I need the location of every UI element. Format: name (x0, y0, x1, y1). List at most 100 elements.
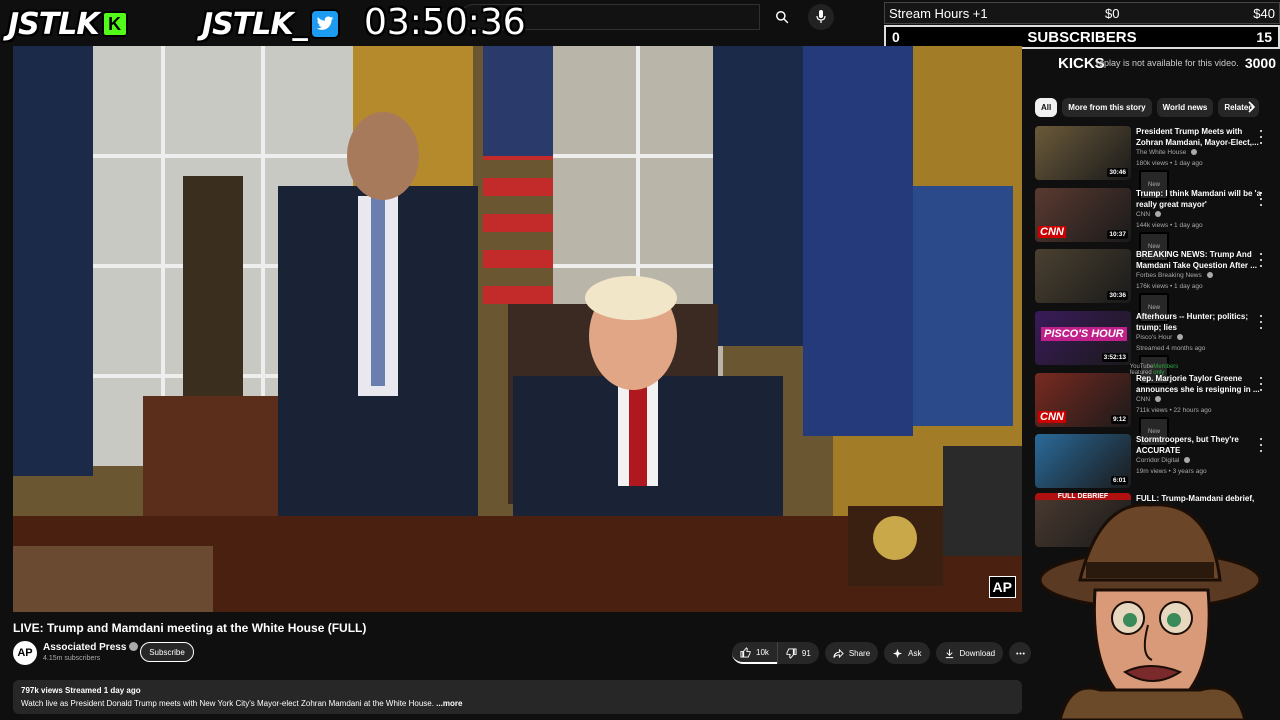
recommendation-channel-name: Forbes Breaking News (1136, 272, 1202, 279)
verified-icon (1206, 272, 1213, 278)
more-vertical-icon[interactable] (1258, 377, 1264, 391)
subscribe-button[interactable]: Subscribe (140, 642, 194, 662)
channel-name[interactable]: Associated Press (43, 642, 139, 653)
more-horizontal-icon (1015, 651, 1025, 655)
recommendation-channel-name: Pisco's Hour (1136, 334, 1173, 341)
recommendation-item[interactable]: 30:46 President Trump Meets with Zohran M… (1035, 126, 1275, 200)
recommendation-title[interactable]: Stormtroopers, but They're ACCURATE (1136, 434, 1264, 456)
brand-text-twitter: JSTLK_ (202, 6, 308, 42)
more-vertical-icon[interactable] (1258, 315, 1264, 329)
video-thumbnail[interactable]: CNN 9:12 (1035, 373, 1131, 427)
chip-more-from-this-story[interactable]: More from this story (1062, 97, 1152, 117)
video-actions: 10k 91 Share Ask Download (732, 642, 1032, 664)
thumbs-down-icon (786, 647, 797, 659)
video-thumbnail[interactable]: 30:46 (1035, 126, 1131, 180)
channel-name-text[interactable]: Associated Press (43, 642, 126, 653)
video-player[interactable]: AP (13, 46, 1022, 612)
chip-world-news[interactable]: World news (1156, 97, 1214, 117)
video-duration: 3:52:13 (1101, 353, 1128, 362)
donation-goal: $40 (1253, 5, 1275, 21)
video-duration: 9:12 (1110, 415, 1128, 424)
recommendation-channel: The White House (1136, 149, 1198, 156)
kicks-goal: 3000 (1244, 55, 1276, 71)
full-debrief-banner: FULL DEBRIEF (1035, 493, 1131, 500)
donation-current: $0 (1105, 5, 1120, 21)
video-thumbnail[interactable]: 30:36 (1035, 249, 1131, 303)
more-actions-button[interactable] (1009, 642, 1032, 664)
description-text: Watch live as President Donald Trump mee… (21, 699, 1014, 708)
recommendation-title[interactable]: Trump: I think Mamdani will be 'a really… (1136, 188, 1264, 210)
more-vertical-icon[interactable] (1258, 130, 1264, 144)
sparkle-icon (893, 648, 903, 658)
recommendation-channel: Corridor Digital (1136, 457, 1191, 464)
subscribers-current: 0 (892, 29, 900, 45)
voice-search-button[interactable] (808, 4, 834, 30)
subscribers-goal: 15 (1256, 29, 1272, 45)
kick-brand: JSTLK K (8, 6, 142, 80)
more-vertical-icon[interactable] (1258, 438, 1264, 452)
chip-all[interactable]: All (1035, 97, 1058, 117)
verified-icon (1191, 149, 1198, 155)
microphone-icon (816, 10, 826, 23)
recommendation-item[interactable]: PISCO'S HOUR 3:52:13 Afterhours -- Hunter;… (1035, 311, 1275, 385)
cnn-logo: CNN (1038, 411, 1066, 423)
recommendation-meta: 180k views • 1 day ago (1136, 160, 1203, 167)
video-duration: 6:01 (1110, 476, 1128, 485)
recommendation-item[interactable]: 6:01 Stormtroopers, but They're ACCURATE C… (1035, 434, 1275, 492)
recommendation-channel: Forbes Breaking News (1136, 272, 1213, 279)
like-count: 10k (756, 647, 769, 657)
download-icon (945, 648, 953, 658)
recommendation-title[interactable]: BREAKING NEWS: Trump And Mamdani Take Qu… (1136, 249, 1264, 271)
video-title: LIVE: Trump and Mamdani meeting at the W… (13, 621, 367, 635)
recommendation-item[interactable]: 30:36 BREAKING NEWS: Trump And Mamdani Ta… (1035, 249, 1275, 323)
more-vertical-icon[interactable] (1258, 192, 1264, 206)
recommendation-channel-name: CNN (1136, 396, 1151, 403)
video-thumbnail[interactable]: 6:01 (1035, 434, 1131, 488)
search-button[interactable] (762, 4, 802, 30)
stream-hours-label: Stream Hours +1 (889, 5, 988, 21)
verified-icon (1154, 211, 1161, 217)
recommendation-meta: 176k views • 1 day ago (1136, 283, 1203, 290)
share-button[interactable]: Share (824, 642, 879, 664)
filter-chips: All More from this story World news Rela… (1035, 97, 1261, 117)
dislike-button[interactable]: 91 (776, 642, 819, 664)
piscos-hour-logo: PISCO'S HOUR (1041, 327, 1127, 341)
recommendation-channel: CNN (1136, 396, 1161, 403)
verified-icon (1184, 457, 1191, 463)
kick-logo-icon: K (101, 11, 128, 37)
twitter-brand: JSTLK_ (202, 6, 340, 42)
chevron-right-icon[interactable] (1244, 99, 1258, 115)
subscriber-count: 4.15m subscribers (43, 655, 101, 662)
like-button[interactable]: 10k (732, 642, 777, 664)
video-duration: 30:36 (1107, 291, 1128, 300)
recommendation-meta: Streamed 4 months ago (1136, 345, 1206, 352)
search-icon (776, 11, 789, 24)
recommendation-meta: 144k views • 1 day ago (1136, 222, 1203, 229)
show-more-link[interactable]: ...more (434, 699, 462, 708)
ask-button[interactable]: Ask (884, 642, 930, 664)
brand-text-kick: JSTLK (8, 6, 100, 42)
video-thumbnail[interactable]: CNN 10:37 (1035, 188, 1131, 242)
recommendation-channel-name: The White House (1136, 149, 1187, 156)
recommendation-channel: CNN (1136, 211, 1161, 218)
download-label: Download (959, 648, 996, 658)
recommendation-meta: 19m views • 3 years ago (1136, 468, 1207, 475)
twitter-bird-icon (309, 9, 340, 39)
more-vertical-icon[interactable] (1258, 253, 1264, 267)
recommendation-item[interactable]: CNN 10:37 Trump: I think Mamdani will be '… (1035, 188, 1275, 262)
recommendation-title[interactable]: President Trump Meets with Zohran Mamdan… (1136, 126, 1264, 148)
download-button[interactable]: Download (935, 642, 1004, 664)
dislike-count: 91 (801, 648, 811, 658)
channel-avatar[interactable]: AP (13, 641, 37, 665)
recommendation-title[interactable]: Rep. Marjorie Taylor Greene announces sh… (1136, 373, 1264, 395)
description-body: Watch live as President Donald Trump mee… (21, 699, 434, 708)
description-box[interactable]: 797k views Streamed 1 day ago Watch live… (13, 680, 1022, 714)
recommendation-item[interactable]: CNN 9:12 Rep. Marjorie Taylor Greene annou… (1035, 373, 1275, 447)
verified-icon (1177, 334, 1184, 340)
thumbs-up-icon (740, 646, 751, 658)
recommendation-title[interactable]: Afterhours -- Hunter; politics; trump; l… (1136, 311, 1264, 333)
ask-label: Ask (908, 648, 922, 658)
view-count-date: 797k views Streamed 1 day ago (21, 686, 141, 695)
video-thumbnail[interactable]: PISCO'S HOUR 3:52:13 (1035, 311, 1131, 365)
share-icon (833, 648, 844, 658)
